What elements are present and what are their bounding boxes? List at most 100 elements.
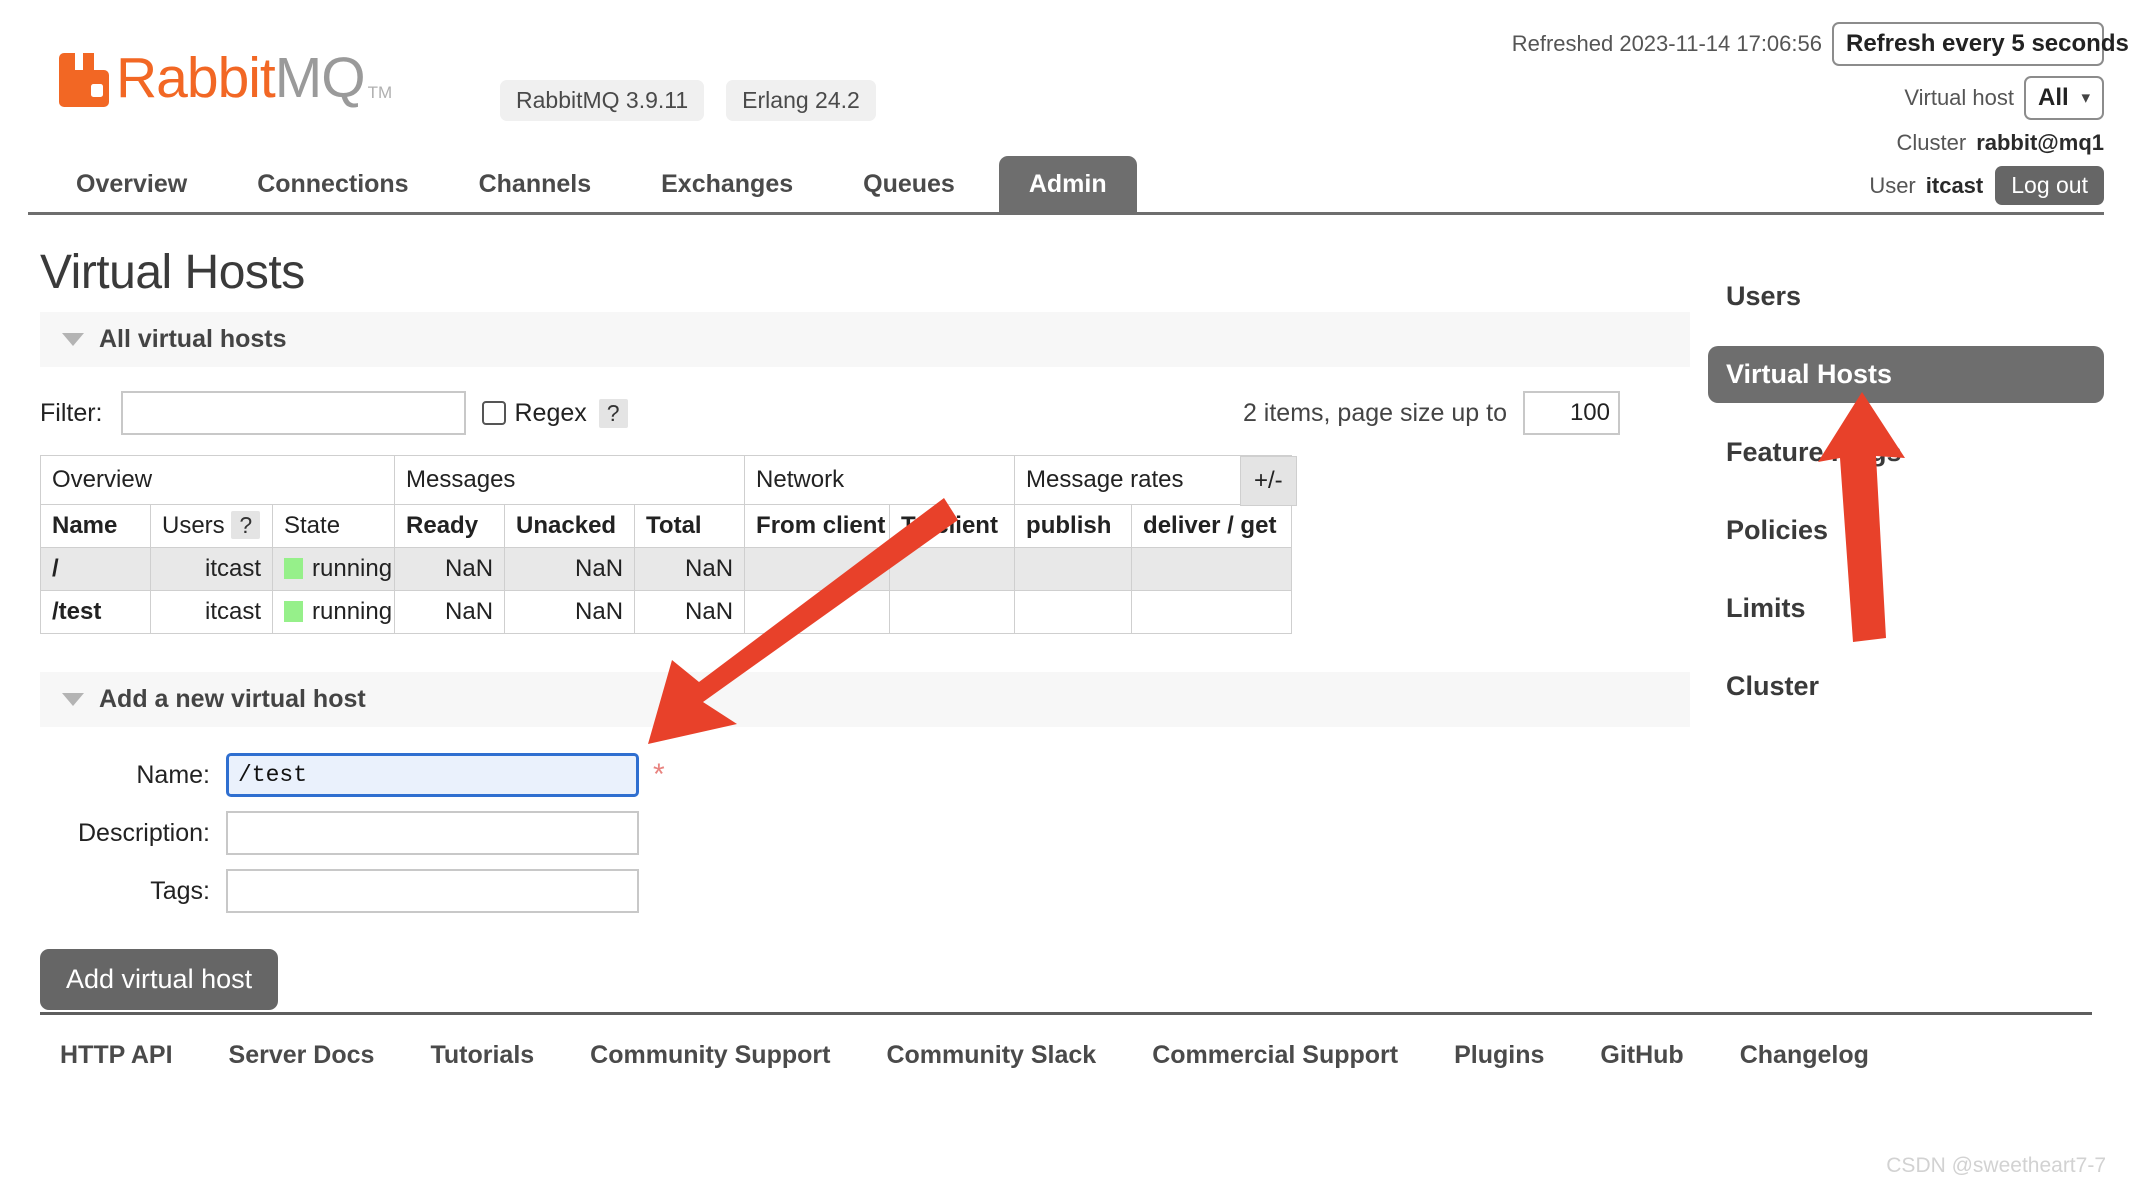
group-header-messages: Messages	[394, 455, 746, 505]
footer-link-github[interactable]: GitHub	[1600, 1041, 1683, 1070]
watermark-text: CSDN @sweetheart7-7	[1886, 1154, 2106, 1177]
cell-rate-publish	[1014, 547, 1133, 591]
main-navigation: Overview Connections Channels Exchanges …	[28, 156, 2104, 215]
chevron-down-icon: ▾	[2081, 88, 2090, 107]
page-size-input[interactable]	[1523, 391, 1620, 435]
regex-control[interactable]: Regex ?	[481, 398, 628, 428]
version-badges: RabbitMQ 3.9.11 Erlang 24.2	[500, 80, 876, 121]
items-count-text: 2 items, page size up to	[1242, 398, 1507, 427]
cell-network-from-client	[744, 590, 891, 634]
column-header-publish[interactable]: publish	[1014, 504, 1133, 548]
cell-rate-deliver-get	[1131, 547, 1293, 591]
table-row[interactable]: /test itcast running NaN NaN NaN	[40, 590, 1293, 634]
column-header-unacked[interactable]: Unacked	[504, 504, 636, 548]
column-header-ready-label: Ready	[406, 512, 479, 539]
badge-erlang-version: Erlang 24.2	[726, 80, 876, 121]
cell-network-to-client	[889, 590, 1016, 634]
add-virtual-host-section-header[interactable]: Add a new virtual host	[40, 672, 1690, 727]
regex-label: Regex	[514, 398, 587, 427]
tags-field-label: Tags:	[150, 876, 210, 905]
column-header-state[interactable]: State	[271, 504, 396, 548]
tab-overview[interactable]: Overview	[50, 159, 213, 212]
all-virtual-hosts-section-header[interactable]: All virtual hosts	[40, 312, 1690, 367]
refreshed-timestamp: Refreshed 2023-11-14 17:06:56	[1511, 31, 1822, 56]
description-field-label: Description:	[78, 818, 210, 847]
footer-link-plugins[interactable]: Plugins	[1454, 1041, 1544, 1070]
vhost-filter-select[interactable]: All ▾	[2024, 76, 2104, 120]
form-row-tags: Tags:	[40, 869, 1690, 913]
tab-queues[interactable]: Queues	[837, 159, 981, 212]
regex-help-icon[interactable]: ?	[598, 398, 628, 428]
footer-link-community-slack[interactable]: Community Slack	[886, 1041, 1096, 1070]
refresh-interval-select[interactable]: Refresh every 5 seconds ▾	[1832, 22, 2129, 66]
status-indicator-icon	[284, 558, 303, 579]
column-header-deliver-get[interactable]: deliver / get	[1131, 504, 1293, 548]
virtual-hosts-table-wrapper: Overview Messages Network Message rates …	[39, 455, 1690, 634]
group-header-overview: Overview	[39, 455, 396, 505]
footer-link-tutorials[interactable]: Tutorials	[430, 1041, 534, 1070]
collapse-triangle-icon[interactable]	[62, 693, 84, 706]
cluster-name: rabbit@mq1	[1976, 130, 2104, 155]
cell-network-to-client	[889, 547, 1016, 591]
toggle-columns-button[interactable]: +/-	[1240, 456, 1297, 506]
name-field-label: Name:	[136, 760, 210, 789]
cell-vhost-name[interactable]: /test	[40, 590, 151, 634]
cell-messages-total: NaN	[634, 590, 746, 634]
footer-link-changelog[interactable]: Changelog	[1740, 1041, 1869, 1070]
column-header-name[interactable]: Name	[40, 504, 151, 548]
cell-network-from-client	[744, 547, 891, 591]
cell-messages-total: NaN	[634, 547, 746, 591]
sidebar-item-users[interactable]: Users	[1708, 268, 2104, 325]
add-virtual-host-section: Add a new virtual host Name: * Descripti…	[40, 672, 1690, 1010]
form-row-description: Description:	[40, 811, 1690, 855]
sidebar-item-limits[interactable]: Limits	[1708, 580, 2104, 637]
column-header-from-client-label: From client	[756, 512, 886, 539]
cluster-label: Cluster	[1896, 130, 1967, 155]
cell-messages-ready: NaN	[394, 590, 506, 634]
page-footer: HTTP API Server Docs Tutorials Community…	[40, 1012, 2092, 1070]
column-header-total[interactable]: Total	[634, 504, 746, 548]
description-input[interactable]	[226, 811, 639, 855]
table-row[interactable]: / itcast running NaN NaN NaN	[40, 547, 1293, 591]
cell-vhost-name[interactable]: /	[40, 547, 151, 591]
cell-messages-unacked: NaN	[504, 590, 636, 634]
column-header-from-client[interactable]: From client	[744, 504, 891, 548]
footer-link-community-support[interactable]: Community Support	[590, 1041, 830, 1070]
tab-connections[interactable]: Connections	[231, 159, 434, 212]
cell-messages-ready: NaN	[394, 547, 506, 591]
column-header-to-client[interactable]: To client	[889, 504, 1016, 548]
filter-input[interactable]	[120, 391, 466, 435]
sidebar-item-cluster[interactable]: Cluster	[1708, 658, 2104, 715]
footer-link-commercial-support[interactable]: Commercial Support	[1152, 1041, 1398, 1070]
badge-rabbitmq-version: RabbitMQ 3.9.11	[500, 80, 705, 121]
column-header-publish-label: publish	[1026, 512, 1112, 539]
cell-vhost-state: running	[271, 590, 396, 634]
tags-input[interactable]	[226, 869, 639, 913]
cluster-row: Cluster rabbit@mq1	[1512, 130, 2105, 156]
sidebar-item-policies[interactable]: Policies	[1708, 502, 2104, 559]
table-column-header-row: Name Users ? State Ready Unacked Total F…	[40, 504, 1293, 548]
sidebar-item-virtual-hosts[interactable]: Virtual Hosts	[1708, 346, 2104, 403]
regex-checkbox[interactable]	[481, 401, 506, 425]
logo-text-rabbit: Rabbit	[116, 46, 276, 110]
tab-admin[interactable]: Admin	[998, 156, 1137, 212]
rabbitmq-logo[interactable]: Rabbit MQ TM	[58, 50, 392, 107]
tab-exchanges[interactable]: Exchanges	[635, 159, 819, 212]
collapse-triangle-icon[interactable]	[62, 333, 84, 346]
name-input[interactable]	[226, 753, 639, 797]
page-header: Rabbit MQ TM RabbitMQ 3.9.11 Erlang 24.2 …	[0, 0, 2132, 205]
sidebar-item-feature-flags[interactable]: Feature Flags	[1708, 424, 2104, 481]
add-virtual-host-button[interactable]: Add virtual host	[40, 949, 279, 1010]
tab-channels[interactable]: Channels	[453, 159, 618, 212]
footer-link-server-docs[interactable]: Server Docs	[229, 1041, 375, 1070]
column-header-ready[interactable]: Ready	[394, 504, 506, 548]
form-row-name: Name: *	[40, 753, 1690, 797]
column-header-users[interactable]: Users ?	[150, 504, 273, 548]
footer-link-http-api[interactable]: HTTP API	[60, 1041, 173, 1070]
cell-vhost-users: itcast	[150, 590, 273, 634]
status-indicator-icon	[284, 601, 303, 622]
pagination-info: 2 items, page size up to	[1243, 391, 1620, 435]
column-header-total-label: Total	[646, 512, 702, 539]
users-help-icon[interactable]: ?	[231, 511, 261, 539]
add-virtual-host-heading: Add a new virtual host	[99, 685, 366, 713]
